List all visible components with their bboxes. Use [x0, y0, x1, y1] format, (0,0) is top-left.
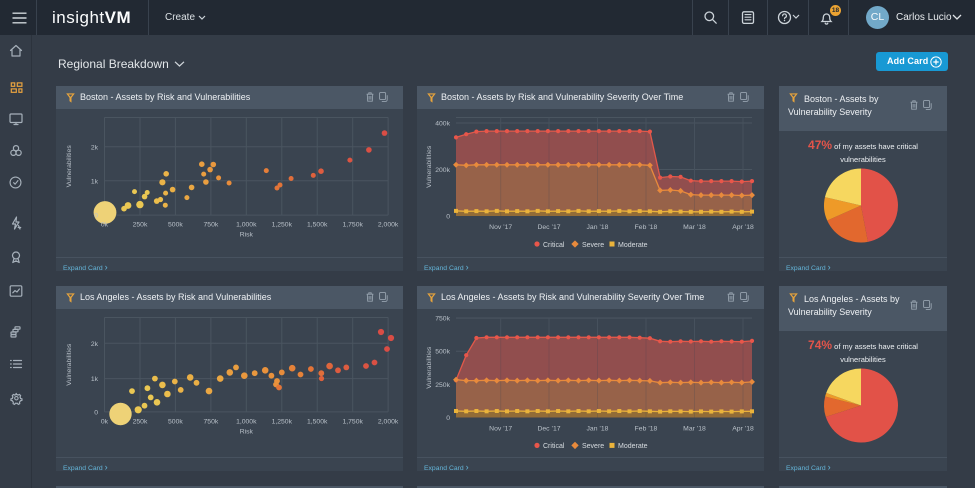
svg-text:1,500k: 1,500k [307, 222, 328, 229]
svg-text:Apr ’18: Apr ’18 [732, 425, 754, 432]
svg-text:Critical: Critical [543, 242, 565, 249]
svg-text:250k: 250k [133, 222, 148, 229]
svg-text:250k: 250k [133, 418, 148, 425]
svg-text:1,500k: 1,500k [307, 418, 328, 425]
svg-text:Apr ’18: Apr ’18 [732, 224, 754, 231]
svg-text:1,250k: 1,250k [272, 418, 293, 425]
svg-text:2k: 2k [91, 341, 99, 348]
svg-text:Vulnerabilities: Vulnerabilities [66, 343, 73, 386]
svg-text:400k: 400k [435, 121, 450, 128]
svg-text:Mar ’18: Mar ’18 [683, 224, 706, 231]
svg-text:500k: 500k [168, 418, 183, 425]
svg-text:200k: 200k [435, 167, 450, 174]
svg-text:0k: 0k [101, 418, 109, 425]
svg-text:Nov ’17: Nov ’17 [489, 224, 512, 231]
svg-text:1,750k: 1,750k [342, 222, 363, 229]
svg-text:Feb ’18: Feb ’18 [635, 425, 658, 432]
svg-text:Critical: Critical [543, 443, 565, 450]
svg-text:1k: 1k [91, 376, 99, 383]
svg-text:750k: 750k [204, 222, 219, 229]
svg-text:750k: 750k [435, 316, 450, 323]
svg-text:Moderate: Moderate [618, 242, 648, 249]
svg-text:Severe: Severe [582, 443, 604, 450]
svg-text:Severe: Severe [582, 242, 604, 249]
svg-text:250k: 250k [435, 382, 450, 389]
svg-text:Vulnerabilities: Vulnerabilities [426, 145, 433, 188]
svg-text:2,000k: 2,000k [378, 418, 399, 425]
svg-text:0: 0 [94, 213, 98, 220]
svg-text:Feb ’18: Feb ’18 [635, 224, 658, 231]
svg-text:Risk: Risk [240, 428, 254, 435]
svg-text:500k: 500k [168, 222, 183, 229]
svg-text:1,750k: 1,750k [342, 418, 363, 425]
svg-text:Dec ’17: Dec ’17 [537, 425, 560, 432]
svg-text:750k: 750k [204, 418, 219, 425]
svg-text:Risk: Risk [240, 232, 254, 239]
svg-text:Mar ’18: Mar ’18 [683, 425, 706, 432]
svg-text:1,250k: 1,250k [272, 222, 293, 229]
svg-text:Vulnerabilities: Vulnerabilities [66, 145, 73, 188]
svg-text:Dec ’17: Dec ’17 [537, 224, 560, 231]
svg-text:1,000k: 1,000k [236, 222, 257, 229]
svg-text:1k: 1k [91, 178, 99, 185]
svg-text:0: 0 [446, 214, 450, 221]
svg-text:500k: 500k [435, 349, 450, 356]
svg-text:Moderate: Moderate [618, 443, 648, 450]
svg-text:0: 0 [446, 415, 450, 422]
svg-text:Nov ’17: Nov ’17 [489, 425, 512, 432]
svg-text:Vulnerabilities: Vulnerabilities [426, 346, 433, 389]
svg-text:0: 0 [94, 409, 98, 416]
svg-text:1,000k: 1,000k [236, 418, 257, 425]
svg-text:0k: 0k [101, 222, 109, 229]
svg-text:2k: 2k [91, 144, 99, 151]
svg-text:2,000k: 2,000k [378, 222, 399, 229]
svg-text:Jan ’18: Jan ’18 [587, 224, 609, 231]
svg-text:Jan ’18: Jan ’18 [587, 425, 609, 432]
